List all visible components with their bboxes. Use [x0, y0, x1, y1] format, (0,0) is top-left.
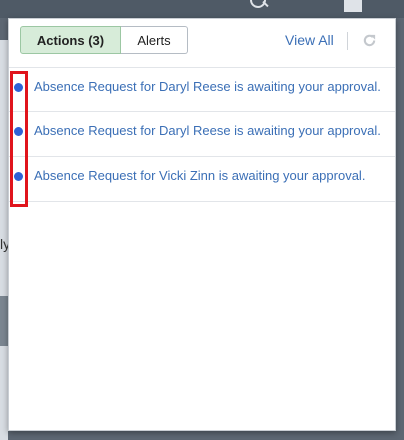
- notification-item[interactable]: Absence Request for Daryl Reese is await…: [9, 67, 395, 112]
- notification-item[interactable]: Absence Request for Vicki Zinn is awaiti…: [9, 157, 395, 202]
- notification-tabs: Actions (3) Alerts: [20, 26, 188, 54]
- notifications-popup: Actions (3) Alerts View All Absence Requ…: [8, 18, 396, 431]
- view-all-link[interactable]: View All: [285, 32, 334, 48]
- menu-icon[interactable]: [344, 0, 362, 12]
- notification-link[interactable]: Absence Request for Vicki Zinn is awaiti…: [34, 168, 365, 183]
- background-block: [0, 296, 8, 346]
- refresh-icon[interactable]: [362, 33, 377, 48]
- app-header: [0, 0, 404, 18]
- tab-alerts[interactable]: Alerts: [121, 26, 188, 54]
- notification-link[interactable]: Absence Request for Daryl Reese is await…: [34, 79, 381, 94]
- notification-item[interactable]: Absence Request for Daryl Reese is await…: [9, 112, 395, 157]
- tab-actions[interactable]: Actions (3): [20, 26, 121, 54]
- highlight-box: [10, 71, 28, 207]
- notification-list: Absence Request for Daryl Reese is await…: [9, 67, 395, 202]
- notification-link[interactable]: Absence Request for Daryl Reese is await…: [34, 123, 381, 138]
- toolbar-divider: [347, 32, 348, 50]
- search-icon[interactable]: [250, 0, 268, 10]
